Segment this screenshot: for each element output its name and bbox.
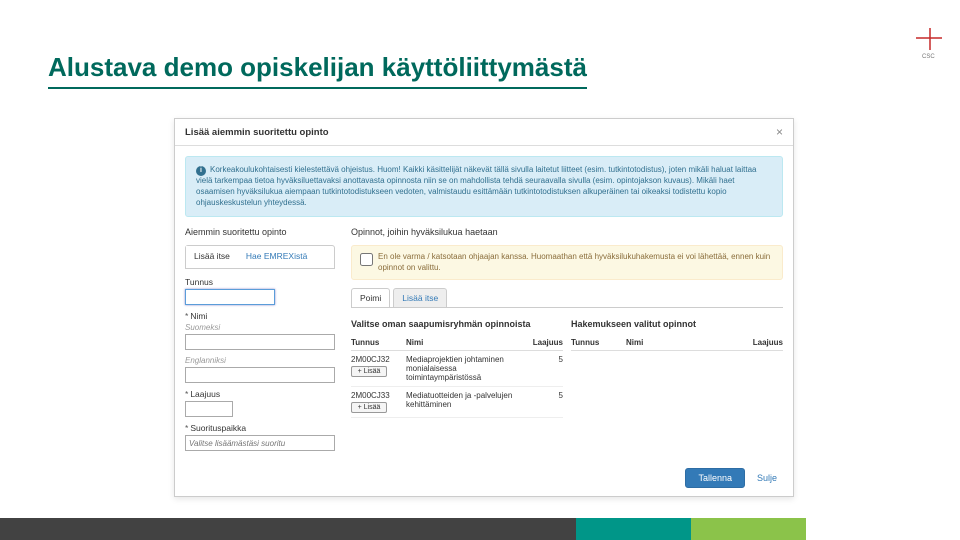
- warning-text: En ole varma / katsotaan ohjaajan kanssa…: [378, 252, 774, 273]
- col-laajuus: Laajuus: [523, 338, 563, 347]
- unsure-checkbox[interactable]: [360, 253, 373, 266]
- info-text: Korkeakoulukohtaisesti kielestettävä ohj…: [196, 165, 756, 207]
- warning-alert: En ole varma / katsotaan ohjaajan kanssa…: [351, 245, 783, 280]
- col-nimi: Nimi: [626, 338, 743, 347]
- table-row: 2M00CJ33 + Lisää Mediatuotteiden ja -pal…: [351, 387, 563, 418]
- mini-tabs: Poimi Lisää itse: [351, 288, 783, 308]
- dialog-title: Lisää aiemmin suoritettu opinto: [185, 127, 329, 138]
- laajuus-input[interactable]: [185, 401, 233, 417]
- mtab-poimi[interactable]: Poimi: [351, 288, 390, 307]
- selected-title: Hakemukseen valitut opinnot: [571, 315, 783, 329]
- nimi-fi-input[interactable]: [185, 334, 335, 350]
- add-button[interactable]: + Lisää: [351, 402, 387, 413]
- right-column: Opinnot, joihin hyväksilukua haetaan En …: [345, 227, 783, 451]
- row-tunnus: 2M00CJ32: [351, 355, 406, 364]
- mtab-lisaa-itse[interactable]: Lisää itse: [393, 288, 447, 307]
- add-button[interactable]: + Lisää: [351, 366, 387, 377]
- row-laajuus: 5: [523, 355, 563, 382]
- selected-header: Tunnus Nimi Laajuus: [571, 335, 783, 351]
- brand-bar: [0, 518, 960, 540]
- dialog-footer: Tallenna Sulje: [175, 459, 793, 496]
- tab-hae-emrex[interactable]: Hae EMREXistä: [238, 246, 315, 268]
- row-tunnus: 2M00CJ33: [351, 391, 406, 400]
- row-nimi: Mediatuotteiden ja -palvelujen kehittämi…: [406, 391, 523, 413]
- col-tunnus: Tunnus: [571, 338, 626, 347]
- available-title: Valitse oman saapumisryhmän opinnoista: [351, 315, 563, 329]
- col-nimi: Nimi: [406, 338, 523, 347]
- col-tunnus: Tunnus: [351, 338, 406, 347]
- tunnus-input[interactable]: [185, 289, 275, 305]
- paikka-label: *Suorituspaikka: [185, 423, 335, 433]
- tunnus-label: Tunnus: [185, 277, 335, 287]
- row-laajuus: 5: [523, 391, 563, 413]
- tab-lisaa-itse[interactable]: Lisää itse: [186, 246, 238, 268]
- csc-logo: CSC: [908, 28, 942, 65]
- close-button[interactable]: Sulje: [751, 468, 783, 488]
- right-heading: Opinnot, joihin hyväksilukua haetaan: [351, 227, 783, 237]
- paikka-input[interactable]: [185, 435, 335, 451]
- laajuus-label: *Laajuus: [185, 389, 335, 399]
- nimi-label: *Nimi: [185, 311, 335, 321]
- left-heading: Aiemmin suoritettu opinto: [185, 227, 335, 237]
- dialog-header: Lisää aiemmin suoritettu opinto ×: [175, 119, 793, 146]
- info-alert: iKorkeakoulukohtaisesti kielestettävä oh…: [185, 156, 783, 217]
- slide-title: Alustava demo opiskelijan käyttöliittymä…: [48, 52, 587, 89]
- add-study-dialog: Lisää aiemmin suoritettu opinto × iKorke…: [174, 118, 794, 497]
- close-icon[interactable]: ×: [776, 125, 783, 139]
- row-nimi: Mediaprojektien johtaminen monialaisessa…: [406, 355, 523, 382]
- selected-panel: Hakemukseen valitut opinnot Tunnus Nimi …: [571, 314, 783, 418]
- info-icon: i: [196, 166, 206, 176]
- save-button[interactable]: Tallenna: [685, 468, 745, 488]
- svg-text:CSC: CSC: [922, 54, 935, 60]
- nimi-fi-label: Suomeksi: [185, 323, 335, 332]
- nimi-en-input[interactable]: [185, 367, 335, 383]
- left-tabs: Lisää itse Hae EMREXistä: [185, 245, 335, 269]
- left-column: Aiemmin suoritettu opinto Lisää itse Hae…: [185, 227, 345, 451]
- available-header: Tunnus Nimi Laajuus: [351, 335, 563, 351]
- table-row: 2M00CJ32 + Lisää Mediaprojektien johtami…: [351, 351, 563, 387]
- nimi-en-label: Englanniksi: [185, 356, 335, 365]
- available-panel: Valitse oman saapumisryhmän opinnoista T…: [351, 314, 563, 418]
- col-laajuus: Laajuus: [743, 338, 783, 347]
